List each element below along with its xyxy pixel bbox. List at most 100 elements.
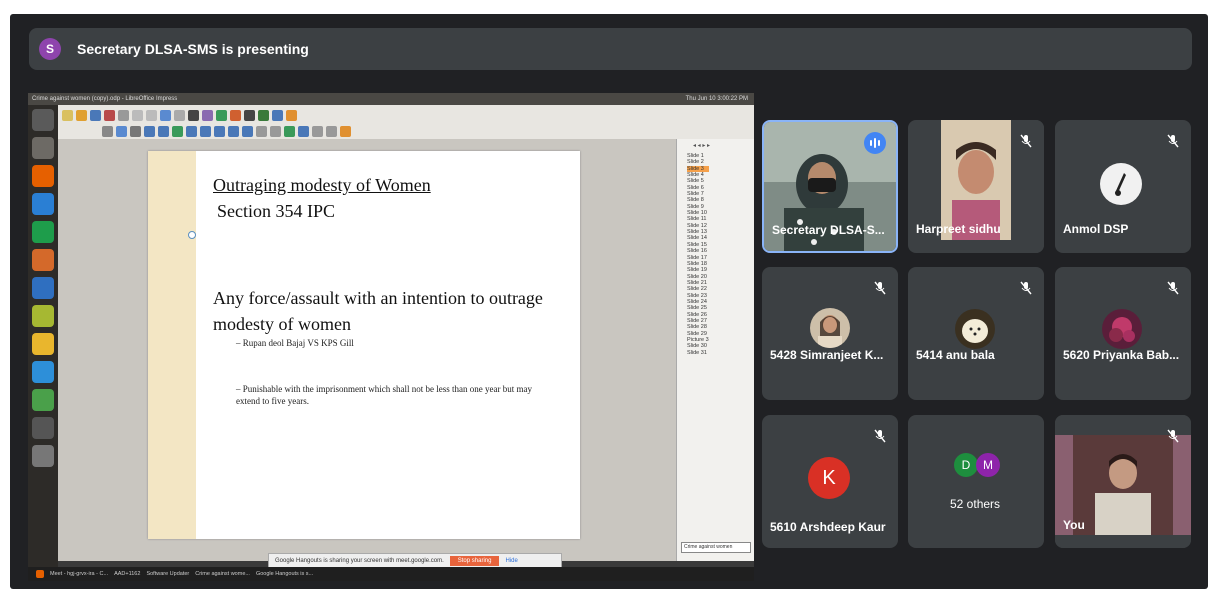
task-item-3[interactable]: Software Updater [146,571,189,577]
participant-tile-you[interactable]: You [1055,415,1191,548]
arrow-icon[interactable] [158,125,169,137]
hide-button[interactable]: Hide [505,558,517,564]
participant-name: Harpreet sidhu [916,222,1001,236]
undo-icon[interactable] [160,109,171,121]
slide-list-item[interactable]: Slide 2 [687,159,754,165]
crop-icon[interactable] [312,125,323,137]
files-icon[interactable] [32,137,54,159]
document-selector[interactable]: Crime against women [681,542,751,553]
participant-letter-avatar: K [808,457,850,499]
map-icon[interactable] [32,389,54,411]
presenting-text: Secretary DLSA-SMS is presenting [77,41,309,57]
symbol-icon[interactable] [200,125,211,137]
participant-name: You [1063,518,1085,532]
participant-tile-simranjeet[interactable]: 5428 Simranjeet K... [762,267,898,400]
zoom-icon[interactable] [116,125,127,137]
participant-tile-anu[interactable]: 5414 anu bala [908,267,1044,400]
table-icon[interactable] [258,109,269,121]
group-avatar-1: D [954,453,978,477]
presenting-banner: S Secretary DLSA-SMS is presenting [29,28,1192,70]
participant-tile-secretary[interactable]: Secretary DLSA-S... [762,120,898,253]
curve-icon[interactable] [172,125,183,137]
find-icon[interactable] [188,109,199,121]
dash-icon[interactable] [32,109,54,131]
shapes-icon[interactable] [186,125,197,137]
mic-off-icon [1020,281,1032,295]
new-icon[interactable] [62,109,73,121]
mic-off-icon [1167,429,1179,443]
task-item-1[interactable]: Meet - hgj-grvx-ira - C... [50,571,108,577]
slide-handle [188,231,196,239]
app-icon[interactable] [32,305,54,327]
avatar-image [1115,173,1126,196]
browser-task-icon [36,570,44,578]
transform-icon[interactable] [284,125,295,137]
rotate-icon[interactable] [256,125,267,137]
image-icon[interactable] [216,109,227,121]
stop-sharing-button[interactable]: Stop sharing [449,556,500,566]
slide-bullet-1: – Rupan deol Bajaj VS KPS Gill [236,338,354,348]
print-icon[interactable] [118,109,129,121]
points-icon[interactable] [326,125,337,137]
participant-tile-harpreet[interactable]: Harpreet sidhu [908,120,1044,253]
callout-icon[interactable] [214,125,225,137]
participant-tile-others[interactable]: D M 52 others [908,415,1044,548]
navigator-controls[interactable]: ◂ ◂ ▸ ▸ [677,139,754,153]
redo-icon[interactable] [174,109,185,121]
sharing-text: Google Hangouts is sharing your screen w… [275,558,444,564]
participant-name: 5610 Arshdeep Kaur [770,520,886,534]
participant-tile-arshdeep[interactable]: K 5610 Arshdeep Kaur [762,415,898,548]
window-title: Crime against women (copy).odp - LibreOf… [32,96,178,102]
select-icon[interactable] [102,125,113,137]
show-icon[interactable] [286,109,297,121]
software-icon[interactable] [32,277,54,299]
copy-icon[interactable] [146,109,157,121]
presenter-avatar: S [39,38,61,60]
slide-list-item[interactable]: Slide 31 [687,350,754,356]
chart-icon[interactable] [230,109,241,121]
meet-window: S Secretary DLSA-SMS is presenting Crime… [10,14,1208,589]
participant-name: 5620 Priyanka Bab... [1063,348,1180,362]
3d-icon[interactable] [242,125,253,137]
mic-off-icon [1167,134,1179,148]
task-item-2[interactable]: AAD+1162 [114,571,140,577]
slide-body: Any force/assault with an intention to o… [213,288,543,334]
save-icon[interactable] [90,109,101,121]
line-icon[interactable] [130,125,141,137]
shared-screen: Crime against women (copy).odp - LibreOf… [28,93,754,581]
app-launcher [28,105,58,567]
align-icon[interactable] [270,125,281,137]
participant-avatar [955,309,995,349]
shadow-icon[interactable] [298,125,309,137]
textbox-icon[interactable] [244,109,255,121]
calc-icon[interactable] [32,221,54,243]
globe-icon[interactable] [32,361,54,383]
participant-tile-priyanka[interactable]: 5620 Priyanka Bab... [1055,267,1191,400]
fontwork-icon[interactable] [340,125,351,137]
rectangle-icon[interactable] [144,125,155,137]
impress-icon[interactable] [32,249,54,271]
task-item-4[interactable]: Crime against wome... [195,571,250,577]
slide-list: Slide 1 Slide 2 Slide 3 Slide 4 Slide 5 Slide… [677,153,754,356]
open-icon[interactable] [76,109,87,121]
current-slide[interactable]: Outraging modesty of Women Section 354 I… [148,151,580,539]
cut-icon[interactable] [132,109,143,121]
participant-tile-anmol[interactable]: Anmol DSP [1055,120,1191,253]
spelling-icon[interactable] [202,109,213,121]
group-avatar-2: M [976,453,1000,477]
mic-off-icon [1167,281,1179,295]
slide-subtitle: Section 354 IPC [217,201,336,221]
firefox-icon[interactable] [32,165,54,187]
folder-icon[interactable] [32,333,54,355]
window-title-bar: Crime against women (copy).odp - LibreOf… [28,93,754,105]
toolbar-row-2 [98,123,351,139]
slide-decoration [148,151,196,539]
others-count: 52 others [950,497,1001,511]
writer-icon[interactable] [32,193,54,215]
slide-icon[interactable] [272,109,283,121]
pdf-icon[interactable] [104,109,115,121]
star-icon[interactable] [228,125,239,137]
settings-icon[interactable] [32,445,54,467]
terminal-icon[interactable] [32,417,54,439]
task-item-5[interactable]: Google Hangouts is s... [256,571,313,577]
